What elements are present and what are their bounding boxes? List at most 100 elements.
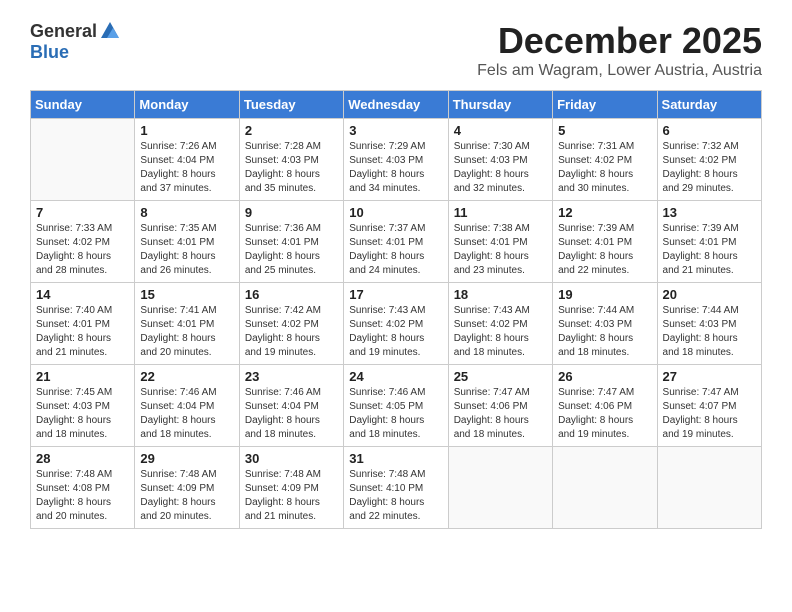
calendar-cell [553, 447, 657, 529]
day-number: 9 [245, 205, 338, 220]
day-number: 31 [349, 451, 442, 466]
column-header-sunday: Sunday [31, 91, 135, 119]
page-header: General Blue December 2025 Fels am Wagra… [30, 20, 762, 80]
day-info: Sunrise: 7:26 AM Sunset: 4:04 PM Dayligh… [140, 140, 233, 196]
day-info: Sunrise: 7:39 AM Sunset: 4:01 PM Dayligh… [558, 222, 651, 278]
day-info: Sunrise: 7:29 AM Sunset: 4:03 PM Dayligh… [349, 140, 442, 196]
calendar-cell: 4 Sunrise: 7:30 AM Sunset: 4:03 PM Daylig… [448, 119, 552, 201]
calendar-week-row: 28Sunrise: 7:48 AM Sunset: 4:08 PM Dayli… [31, 447, 762, 529]
day-info: Sunrise: 7:33 AM Sunset: 4:02 PM Dayligh… [36, 222, 129, 278]
day-info: Sunrise: 7:47 AM Sunset: 4:07 PM Dayligh… [663, 386, 756, 442]
calendar-cell: 20 Sunrise: 7:44 AM Sunset: 4:03 PM Dayli… [657, 283, 761, 365]
day-info: Sunrise: 7:37 AM Sunset: 4:01 PM Dayligh… [349, 222, 442, 278]
day-info: Sunrise: 7:39 AM Sunset: 4:01 PM Dayligh… [663, 222, 756, 278]
calendar-cell: 24Sunrise: 7:46 AM Sunset: 4:05 PM Dayli… [344, 365, 448, 447]
calendar-cell: 17 Sunrise: 7:43 AM Sunset: 4:02 PM Dayli… [344, 283, 448, 365]
day-number: 16 [245, 287, 338, 302]
day-number: 27 [663, 369, 756, 384]
calendar-cell: 29 Sunrise: 7:48 AM Sunset: 4:09 PM Dayli… [135, 447, 239, 529]
calendar-header-row: SundayMondayTuesdayWednesdayThursdayFrid… [31, 91, 762, 119]
calendar-cell: 3 Sunrise: 7:29 AM Sunset: 4:03 PM Daylig… [344, 119, 448, 201]
day-info: Sunrise: 7:45 AM Sunset: 4:03 PM Dayligh… [36, 386, 129, 442]
day-number: 5 [558, 123, 651, 138]
day-number: 4 [454, 123, 547, 138]
day-number: 2 [245, 123, 338, 138]
calendar-cell: 9 Sunrise: 7:36 AM Sunset: 4:01 PM Daylig… [239, 201, 343, 283]
calendar-cell: 15Sunrise: 7:41 AM Sunset: 4:01 PM Dayli… [135, 283, 239, 365]
day-info: Sunrise: 7:47 AM Sunset: 4:06 PM Dayligh… [558, 386, 651, 442]
day-info: Sunrise: 7:48 AM Sunset: 4:09 PM Dayligh… [140, 468, 233, 524]
calendar-cell: 2 Sunrise: 7:28 AM Sunset: 4:03 PM Daylig… [239, 119, 343, 201]
day-number: 21 [36, 369, 129, 384]
day-number: 1 [140, 123, 233, 138]
calendar-cell: 23 Sunrise: 7:46 AM Sunset: 4:04 PM Dayli… [239, 365, 343, 447]
column-header-wednesday: Wednesday [344, 91, 448, 119]
calendar-cell: 16 Sunrise: 7:42 AM Sunset: 4:02 PM Dayli… [239, 283, 343, 365]
day-info: Sunrise: 7:43 AM Sunset: 4:02 PM Dayligh… [454, 304, 547, 360]
day-number: 8 [140, 205, 233, 220]
day-number: 30 [245, 451, 338, 466]
day-number: 7 [36, 205, 129, 220]
calendar-cell: 12Sunrise: 7:39 AM Sunset: 4:01 PM Dayli… [553, 201, 657, 283]
day-number: 28 [36, 451, 129, 466]
day-info: Sunrise: 7:46 AM Sunset: 4:05 PM Dayligh… [349, 386, 442, 442]
calendar-cell: 11Sunrise: 7:38 AM Sunset: 4:01 PM Dayli… [448, 201, 552, 283]
day-number: 26 [558, 369, 651, 384]
location-title: Fels am Wagram, Lower Austria, Austria [477, 62, 762, 80]
day-info: Sunrise: 7:28 AM Sunset: 4:03 PM Dayligh… [245, 140, 338, 196]
logo-general: General [30, 21, 97, 42]
calendar-cell: 30 Sunrise: 7:48 AM Sunset: 4:09 PM Dayli… [239, 447, 343, 529]
column-header-saturday: Saturday [657, 91, 761, 119]
day-number: 14 [36, 287, 129, 302]
day-info: Sunrise: 7:47 AM Sunset: 4:06 PM Dayligh… [454, 386, 547, 442]
logo-icon [99, 20, 121, 42]
month-title: December 2025 [477, 20, 762, 62]
column-header-tuesday: Tuesday [239, 91, 343, 119]
calendar-cell: 19Sunrise: 7:44 AM Sunset: 4:03 PM Dayli… [553, 283, 657, 365]
day-info: Sunrise: 7:44 AM Sunset: 4:03 PM Dayligh… [663, 304, 756, 360]
day-number: 20 [663, 287, 756, 302]
column-header-friday: Friday [553, 91, 657, 119]
day-info: Sunrise: 7:43 AM Sunset: 4:02 PM Dayligh… [349, 304, 442, 360]
day-info: Sunrise: 7:40 AM Sunset: 4:01 PM Dayligh… [36, 304, 129, 360]
day-info: Sunrise: 7:46 AM Sunset: 4:04 PM Dayligh… [140, 386, 233, 442]
calendar-cell [657, 447, 761, 529]
calendar-week-row: 14 Sunrise: 7:40 AM Sunset: 4:01 PM Dayli… [31, 283, 762, 365]
day-number: 3 [349, 123, 442, 138]
calendar-cell: 10 Sunrise: 7:37 AM Sunset: 4:01 PM Dayli… [344, 201, 448, 283]
calendar-cell: 22 Sunrise: 7:46 AM Sunset: 4:04 PM Dayli… [135, 365, 239, 447]
day-info: Sunrise: 7:46 AM Sunset: 4:04 PM Dayligh… [245, 386, 338, 442]
day-number: 17 [349, 287, 442, 302]
calendar-cell: 5Sunrise: 7:31 AM Sunset: 4:02 PM Daylig… [553, 119, 657, 201]
calendar-cell: 7 Sunrise: 7:33 AM Sunset: 4:02 PM Daylig… [31, 201, 135, 283]
calendar-cell: 31Sunrise: 7:48 AM Sunset: 4:10 PM Dayli… [344, 447, 448, 529]
day-info: Sunrise: 7:42 AM Sunset: 4:02 PM Dayligh… [245, 304, 338, 360]
day-number: 19 [558, 287, 651, 302]
day-info: Sunrise: 7:32 AM Sunset: 4:02 PM Dayligh… [663, 140, 756, 196]
day-info: Sunrise: 7:35 AM Sunset: 4:01 PM Dayligh… [140, 222, 233, 278]
day-number: 22 [140, 369, 233, 384]
calendar-cell: 18 Sunrise: 7:43 AM Sunset: 4:02 PM Dayli… [448, 283, 552, 365]
calendar-cell: 13 Sunrise: 7:39 AM Sunset: 4:01 PM Dayli… [657, 201, 761, 283]
day-number: 10 [349, 205, 442, 220]
day-number: 29 [140, 451, 233, 466]
day-info: Sunrise: 7:48 AM Sunset: 4:09 PM Dayligh… [245, 468, 338, 524]
calendar-table: SundayMondayTuesdayWednesdayThursdayFrid… [30, 90, 762, 529]
day-number: 18 [454, 287, 547, 302]
calendar-cell: 28Sunrise: 7:48 AM Sunset: 4:08 PM Dayli… [31, 447, 135, 529]
day-number: 13 [663, 205, 756, 220]
calendar-cell: 27 Sunrise: 7:47 AM Sunset: 4:07 PM Dayli… [657, 365, 761, 447]
calendar-cell [31, 119, 135, 201]
column-header-thursday: Thursday [448, 91, 552, 119]
day-number: 23 [245, 369, 338, 384]
day-info: Sunrise: 7:30 AM Sunset: 4:03 PM Dayligh… [454, 140, 547, 196]
calendar-cell: 25Sunrise: 7:47 AM Sunset: 4:06 PM Dayli… [448, 365, 552, 447]
day-info: Sunrise: 7:36 AM Sunset: 4:01 PM Dayligh… [245, 222, 338, 278]
day-info: Sunrise: 7:41 AM Sunset: 4:01 PM Dayligh… [140, 304, 233, 360]
calendar-week-row: 1 Sunrise: 7:26 AM Sunset: 4:04 PM Daylig… [31, 119, 762, 201]
calendar-cell [448, 447, 552, 529]
day-info: Sunrise: 7:38 AM Sunset: 4:01 PM Dayligh… [454, 222, 547, 278]
title-section: December 2025 Fels am Wagram, Lower Aust… [477, 20, 762, 80]
calendar-cell: 21 Sunrise: 7:45 AM Sunset: 4:03 PM Dayli… [31, 365, 135, 447]
calendar-week-row: 21 Sunrise: 7:45 AM Sunset: 4:03 PM Dayli… [31, 365, 762, 447]
